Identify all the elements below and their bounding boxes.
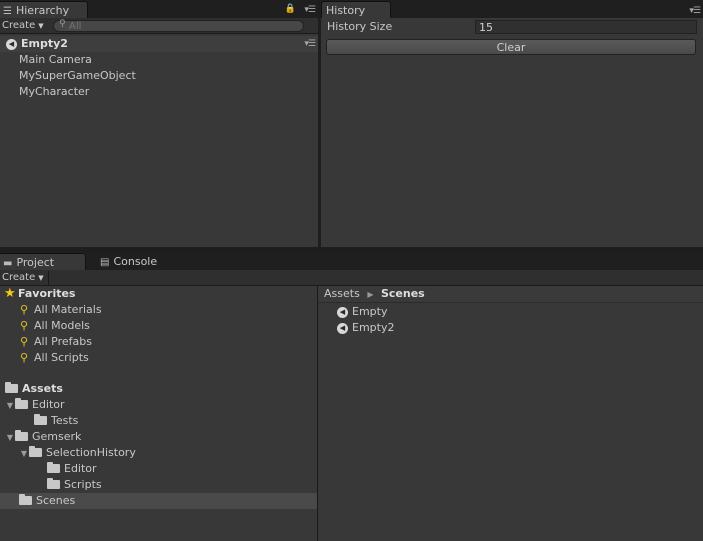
tree-item-sh-editor[interactable]: Editor: [0, 461, 317, 477]
tree-item-editor[interactable]: ▼ Editor: [0, 397, 317, 413]
hierarchy-item[interactable]: MySuperGameObject: [0, 68, 318, 84]
history-size-label: History Size: [327, 20, 393, 33]
hierarchy-toolbar: Create ▼ ⚲: [0, 18, 318, 34]
expand-arrow-icon[interactable]: ▼: [5, 398, 15, 414]
history-tabbar: History ▾☰: [321, 0, 703, 18]
expand-arrow-icon[interactable]: ▼: [5, 430, 15, 446]
scene-header[interactable]: ◀ Empty2 ▾☰: [0, 36, 318, 52]
tree-item-tests[interactable]: Tests: [0, 413, 317, 429]
history-panel: History ▾☰ History Size 15 Clear: [321, 0, 703, 247]
folder-icon: [5, 381, 18, 393]
create-button[interactable]: Create ▼: [2, 19, 44, 33]
folder-icon: [47, 477, 60, 489]
project-panel: ▬ Project ▤ Console Create ▼ ★ Favorites ⚲ Al…: [0, 252, 703, 541]
folder-icon: [47, 461, 60, 473]
tree-item-selection-history[interactable]: ▼ SelectionHistory: [0, 445, 317, 461]
project-toolbar: Create ▼: [0, 270, 703, 286]
star-icon: ★: [4, 286, 16, 301]
panel-menu-icon[interactable]: ▾☰: [304, 5, 316, 15]
unity-scene-icon: ◀: [6, 38, 17, 50]
tab-hierarchy[interactable]: ☰ Hierarchy: [0, 1, 88, 18]
assets-header[interactable]: Assets: [0, 381, 317, 397]
console-icon: ▤: [100, 257, 110, 268]
project-tabbar: ▬ Project ▤ Console: [0, 252, 703, 270]
lock-icon[interactable]: 🔒: [285, 4, 296, 14]
dropdown-arrow-icon: ▼: [38, 22, 44, 30]
search-icon: ⚲: [20, 335, 29, 348]
folder-icon: [19, 493, 32, 505]
panel-menu-icon[interactable]: ▾☰: [689, 6, 701, 16]
favorite-item[interactable]: ⚲ All Models: [0, 318, 317, 334]
search-icon: ⚲: [20, 319, 29, 332]
favorites-header[interactable]: ★ Favorites: [0, 286, 317, 302]
tree-item-sh-scripts[interactable]: Scripts: [0, 477, 317, 493]
favorite-item[interactable]: ⚲ All Prefabs: [0, 334, 317, 350]
breadcrumb-arrow-icon: ▶: [367, 290, 374, 299]
expand-arrow-icon[interactable]: ▼: [19, 446, 29, 462]
folder-icon: [15, 429, 28, 441]
tab-console[interactable]: ▤ Console: [96, 253, 163, 270]
folder-icon: [29, 445, 42, 457]
hierarchy-item[interactable]: MyCharacter: [0, 84, 318, 100]
unity-scene-icon: ◀: [337, 306, 348, 318]
breadcrumb-current[interactable]: Scenes: [381, 287, 425, 300]
folder-icon: [34, 413, 47, 425]
hierarchy-panel: ☰Hierarchy 🔒 ▾☰ Create▼ ⚲ ◀Empty2 ▾☰ Mai…: [0, 0, 318, 247]
tab-history[interactable]: History: [321, 1, 391, 18]
project-tree: ★ Favorites ⚲ All Materials ⚲ All Models ⚲ A…: [0, 286, 317, 541]
search-input[interactable]: [69, 20, 297, 32]
tree-item-gemserk[interactable]: ▼ Gemserk: [0, 429, 317, 445]
breadcrumb: Assets ▶ Scenes: [318, 286, 703, 303]
favorite-item[interactable]: ⚲ All Scripts: [0, 350, 317, 366]
scene-menu-icon[interactable]: ▾☰: [304, 36, 316, 52]
breadcrumb-root[interactable]: Assets: [324, 287, 360, 300]
project-content: Assets ▶ Scenes ◀ Empty ◀ Empty2: [318, 286, 703, 541]
tab-project[interactable]: ▬ Project: [0, 253, 86, 270]
search-icon: ⚲: [59, 19, 66, 29]
hierarchy-search[interactable]: ⚲: [53, 19, 304, 32]
tree-item-scenes[interactable]: Scenes: [0, 493, 317, 509]
history-size-field[interactable]: 15: [475, 20, 697, 34]
project-create-button[interactable]: Create ▼: [2, 271, 49, 285]
scene-file[interactable]: ◀ Empty: [318, 304, 703, 320]
unity-scene-icon: ◀: [337, 322, 348, 334]
hierarchy-tabbar: ☰ Hierarchy 🔒 ▾☰: [0, 0, 318, 18]
search-icon: ⚲: [20, 351, 29, 364]
folder-icon: [15, 397, 28, 409]
clear-button[interactable]: Clear: [326, 39, 696, 55]
dropdown-arrow-icon: ▼: [38, 274, 44, 282]
hierarchy-item[interactable]: Main Camera: [0, 52, 318, 68]
favorite-item[interactable]: ⚲ All Materials: [0, 302, 317, 318]
scene-file[interactable]: ◀ Empty2: [318, 320, 703, 336]
search-icon: ⚲: [20, 303, 29, 316]
